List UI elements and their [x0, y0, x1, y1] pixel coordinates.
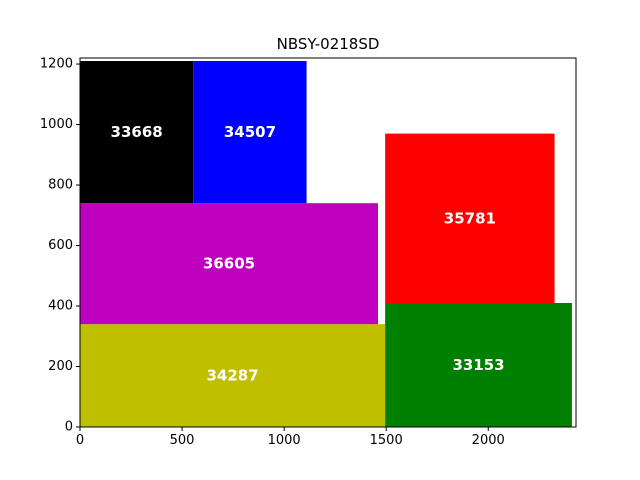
x-tick-label: 500: [170, 433, 195, 448]
chart-title: NBSY-0218SD: [277, 35, 380, 53]
rectangle-label-35781: 35781: [444, 209, 496, 227]
x-axis: 0 500 1000 1500 2000: [76, 427, 505, 448]
y-tick-label: 1000: [40, 117, 73, 132]
rectangle-label-33668: 33668: [111, 123, 163, 141]
rectangle-label-34287: 34287: [206, 367, 258, 385]
chart: NBSY-0218SD 34287 33153 36605 35781 33668 345…: [40, 35, 577, 448]
rectangle-label-33153: 33153: [452, 356, 504, 374]
x-tick-label: 0: [76, 433, 84, 448]
x-tick-label: 2000: [472, 433, 505, 448]
rectangle-label-34507: 34507: [224, 123, 276, 141]
y-tick-label: 400: [48, 299, 73, 314]
y-tick-label: 600: [48, 238, 73, 253]
x-tick-label: 1000: [268, 433, 301, 448]
y-axis: 0 200 400 600 800 1000 1200: [40, 57, 80, 435]
x-tick-label: 1500: [370, 433, 403, 448]
rectangle-label-36605: 36605: [203, 255, 255, 273]
y-tick-label: 200: [48, 359, 73, 374]
y-tick-label: 800: [48, 178, 73, 193]
y-tick-label: 1200: [40, 57, 73, 72]
y-tick-label: 0: [65, 420, 73, 435]
